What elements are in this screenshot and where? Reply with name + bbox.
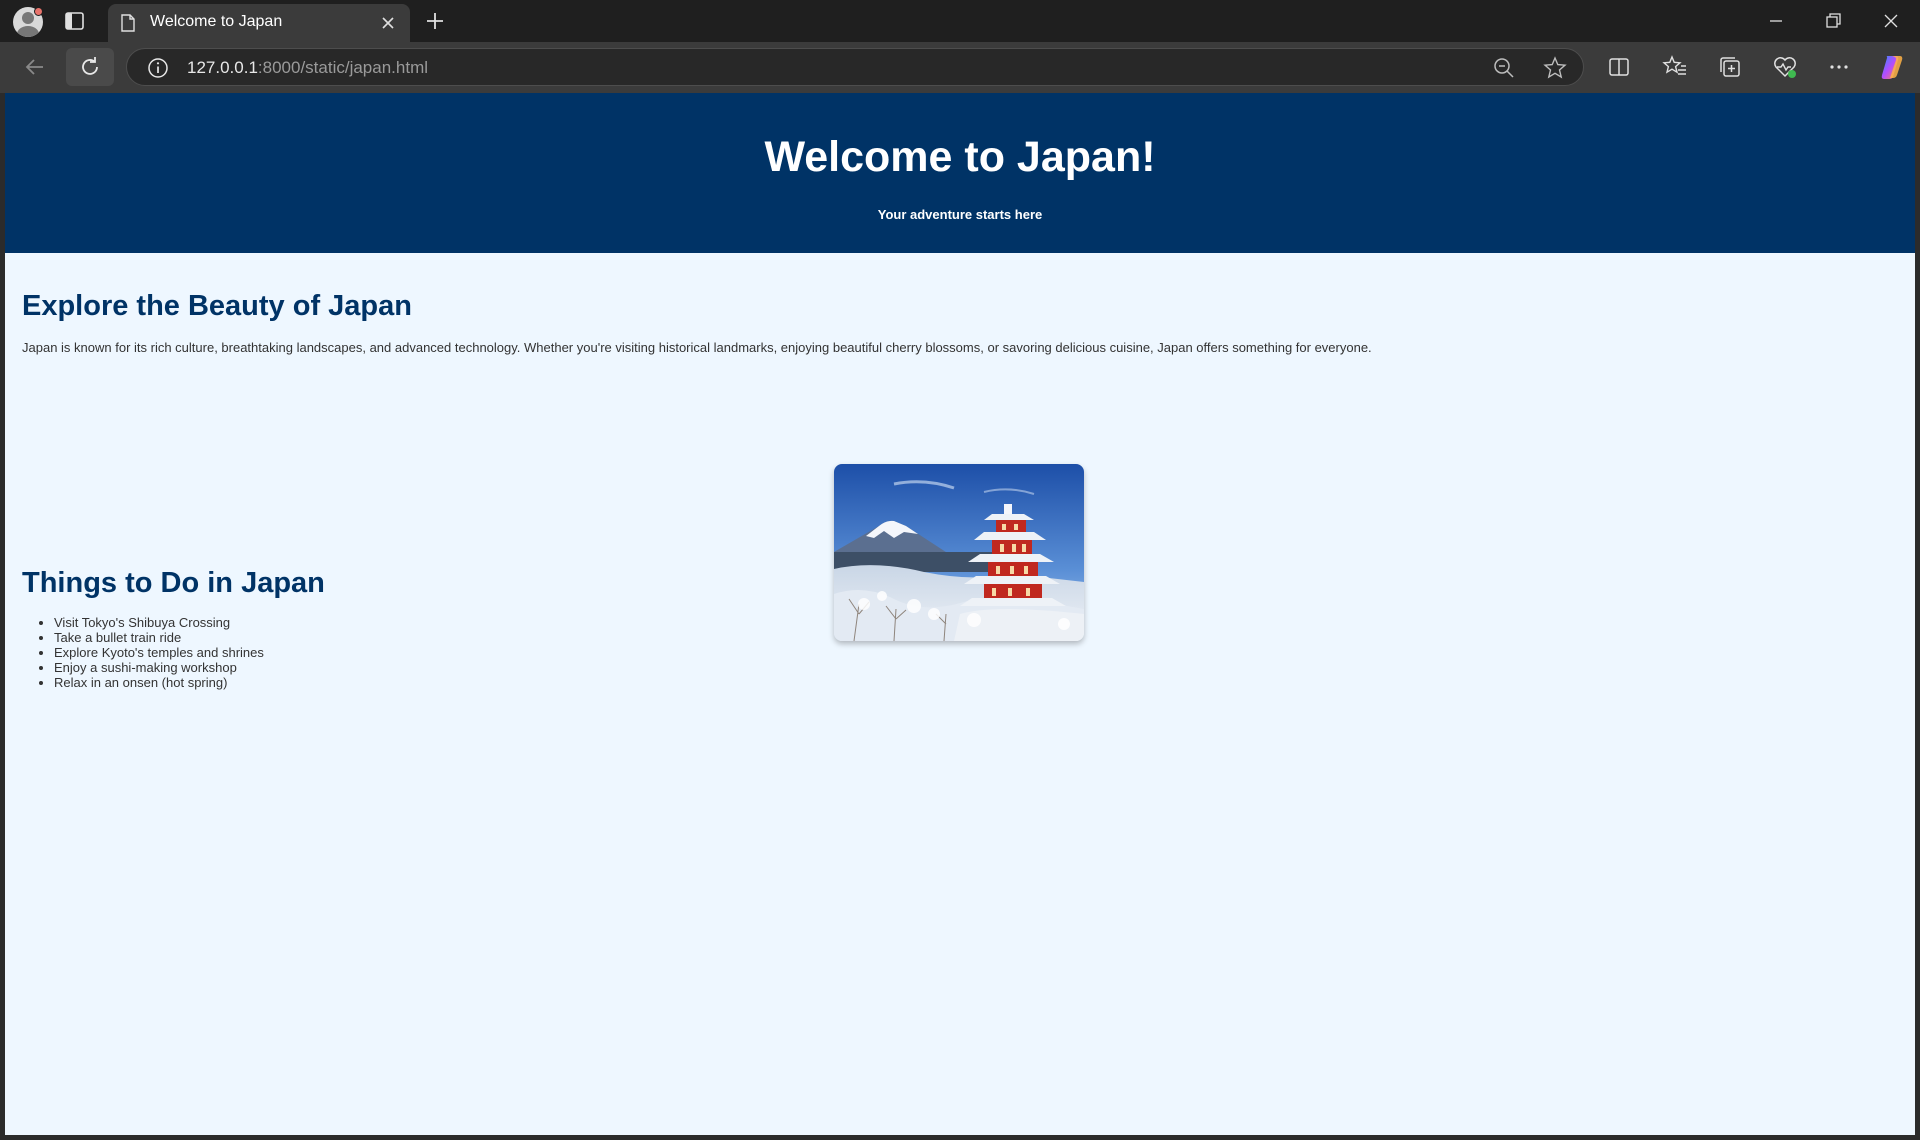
tab-bar: Welcome to Japan [0, 0, 1920, 42]
new-tab-icon[interactable] [424, 10, 446, 32]
site-info-icon[interactable] [145, 55, 171, 81]
close-window-icon[interactable] [1880, 10, 1902, 32]
section-paragraph: Japan is known for its rich culture, bre… [22, 340, 1372, 355]
collections-icon[interactable] [1717, 54, 1743, 80]
zoom-out-icon[interactable] [1491, 55, 1517, 81]
restore-icon[interactable] [1822, 10, 1844, 32]
page-icon [121, 14, 135, 32]
url-host: 127.0.0.1 [187, 58, 258, 77]
more-options-icon[interactable] [1826, 54, 1852, 80]
things-to-do-list: Visit Tokyo's Shibuya Crossing Take a bu… [54, 615, 264, 690]
reload-button[interactable] [66, 48, 114, 86]
page-header: Welcome to Japan! Your adventure starts … [5, 93, 1915, 253]
url-text: 127.0.0.1:8000/static/japan.html [187, 58, 428, 78]
favorite-star-icon[interactable] [1542, 55, 1568, 81]
close-tab-icon[interactable] [380, 15, 396, 31]
split-screen-icon[interactable] [1606, 54, 1632, 80]
page-viewport: Welcome to Japan! Your adventure starts … [5, 93, 1915, 1135]
section-title-things-to-do: Things to Do in Japan [22, 567, 325, 599]
address-bar[interactable]: 127.0.0.1:8000/static/japan.html [126, 48, 1584, 86]
list-item: Enjoy a sushi-making workshop [54, 660, 264, 675]
list-item: Take a bullet train ride [54, 630, 264, 645]
minimize-icon[interactable] [1765, 10, 1787, 32]
list-item: Relax in an onsen (hot spring) [54, 675, 264, 690]
favorites-icon[interactable] [1662, 54, 1688, 80]
japan-photo [834, 464, 1084, 641]
list-item: Visit Tokyo's Shibuya Crossing [54, 615, 264, 630]
browser-essentials-icon[interactable] [1772, 54, 1798, 80]
hero-subtitle: Your adventure starts here [877, 207, 1043, 222]
tab-title: Welcome to Japan [150, 13, 283, 30]
tab-welcome-to-japan[interactable]: Welcome to Japan [108, 4, 410, 42]
section-title-explore: Explore the Beauty of Japan [22, 290, 412, 322]
mount-fuji-pagoda-image [834, 464, 1084, 641]
reload-icon [82, 57, 98, 75]
hero-title: Welcome to Japan! [764, 133, 1156, 181]
browser-toolbar: 127.0.0.1:8000/static/japan.html [0, 42, 1920, 93]
list-item: Explore Kyoto's temples and shrines [54, 645, 264, 660]
profile-notification-dot [34, 7, 43, 16]
back-arrow-icon[interactable] [22, 54, 48, 80]
copilot-icon[interactable] [1878, 53, 1906, 81]
url-path: :8000/static/japan.html [257, 58, 429, 77]
tab-actions-icon[interactable] [63, 11, 86, 31]
